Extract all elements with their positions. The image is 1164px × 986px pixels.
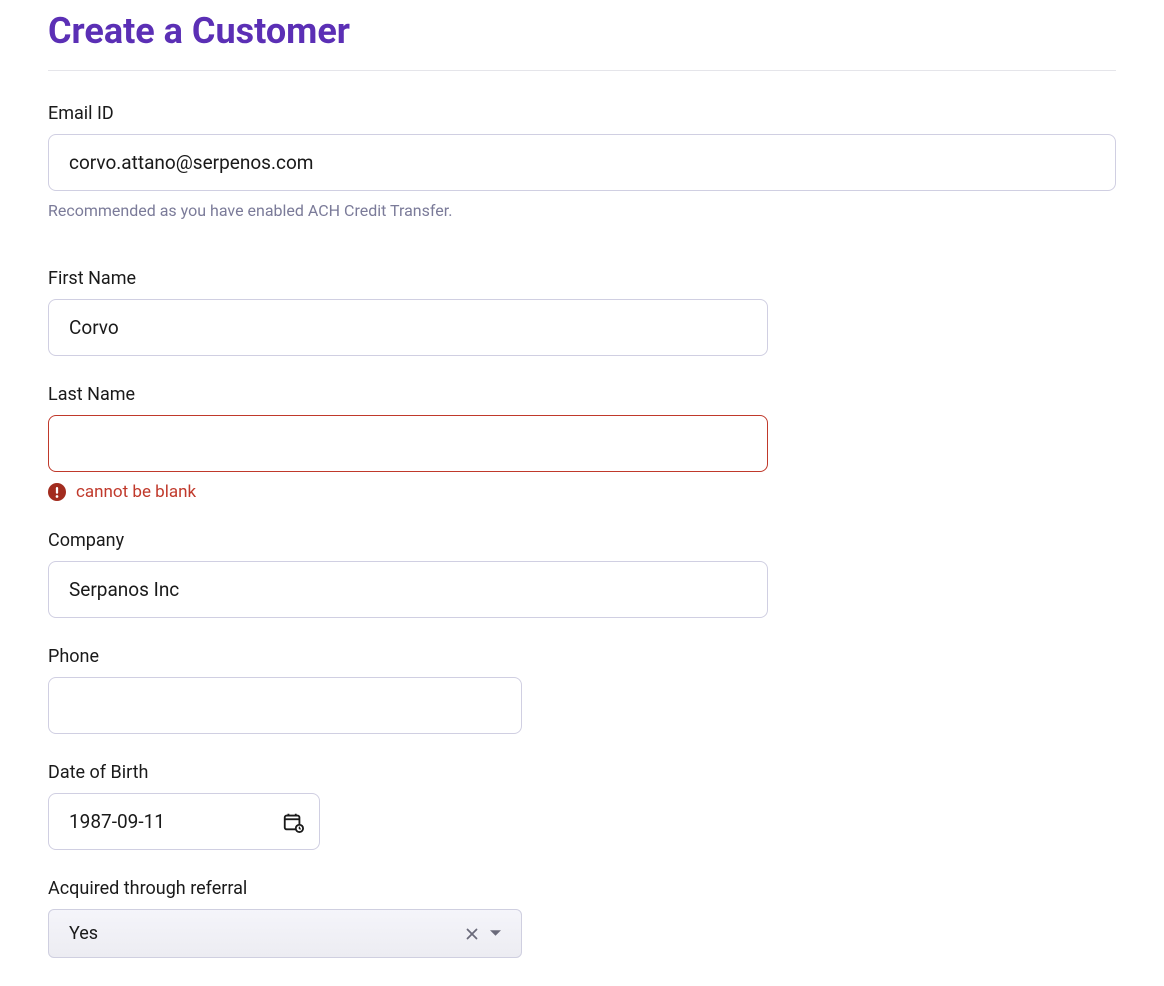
- page-title: Create a Customer: [48, 10, 1116, 52]
- dob-label: Date of Birth: [48, 762, 1116, 783]
- phone-input[interactable]: [48, 677, 522, 734]
- company-input[interactable]: [48, 561, 768, 618]
- last-name-input[interactable]: [48, 415, 768, 472]
- email-input[interactable]: [48, 134, 1116, 191]
- error-text: cannot be blank: [76, 482, 196, 502]
- field-phone: Phone: [48, 646, 1116, 734]
- referral-label: Acquired through referral: [48, 878, 1116, 899]
- phone-label: Phone: [48, 646, 1116, 667]
- first-name-input[interactable]: [48, 299, 768, 356]
- field-dob: Date of Birth: [48, 762, 1116, 850]
- field-last-name: Last Name cannot be blank: [48, 384, 1116, 502]
- last-name-error: cannot be blank: [48, 482, 1116, 502]
- error-icon: [48, 483, 66, 501]
- dob-input[interactable]: [48, 793, 320, 850]
- clear-icon[interactable]: [466, 928, 478, 940]
- last-name-label: Last Name: [48, 384, 1116, 405]
- field-referral: Acquired through referral Yes: [48, 878, 1116, 958]
- email-label: Email ID: [48, 103, 1116, 124]
- field-email: Email ID Recommended as you have enabled…: [48, 103, 1116, 220]
- referral-value: Yes: [69, 923, 98, 944]
- field-company: Company: [48, 530, 1116, 618]
- email-help-text: Recommended as you have enabled ACH Cred…: [48, 201, 1116, 220]
- company-label: Company: [48, 530, 1116, 551]
- chevron-down-icon: [490, 930, 501, 937]
- create-customer-form: Create a Customer Email ID Recommended a…: [0, 10, 1164, 958]
- first-name-label: First Name: [48, 268, 1116, 289]
- divider: [48, 70, 1116, 71]
- referral-select[interactable]: Yes: [48, 909, 522, 958]
- field-first-name: First Name: [48, 268, 1116, 356]
